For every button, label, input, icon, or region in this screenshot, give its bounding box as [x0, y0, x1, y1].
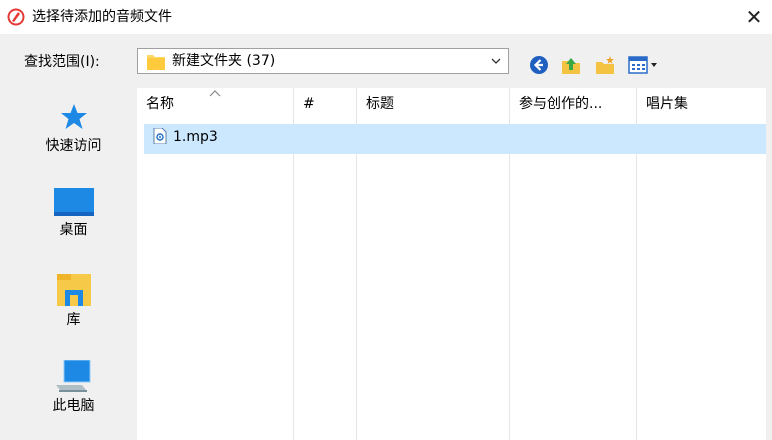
- lookin-dropdown[interactable]: 新建文件夹 (37): [137, 48, 509, 74]
- sort-ascending-icon: [209, 90, 221, 97]
- place-label: 库: [66, 312, 81, 328]
- places-bar: 快速访问 桌面 库 此电脑: [10, 92, 137, 440]
- column-label: 参与创作的...: [519, 96, 603, 112]
- window-title: 选择待添加的音频文件: [32, 9, 172, 25]
- place-label: 快速访问: [45, 138, 102, 154]
- column-header-name[interactable]: 名称: [137, 88, 294, 120]
- folder-icon: [147, 55, 165, 70]
- title-bar: 选择待添加的音频文件 ✕: [0, 0, 772, 34]
- file-list[interactable]: 名称 # 标题 参与创作的... 唱片集: [137, 88, 766, 440]
- file-row[interactable]: [144, 124, 766, 154]
- view-menu-icon[interactable]: [628, 54, 666, 76]
- computer-icon: [55, 360, 90, 392]
- column-header-artists[interactable]: 参与创作的...: [510, 88, 637, 120]
- column-label: 唱片集: [646, 96, 688, 112]
- place-this-pc[interactable]: 此电脑: [10, 360, 137, 440]
- chevron-down-icon: [491, 58, 501, 64]
- up-folder-icon[interactable]: [560, 54, 582, 76]
- place-label: 桌面: [59, 222, 88, 238]
- column-label: 标题: [366, 96, 394, 112]
- place-label: 此电脑: [52, 398, 95, 414]
- lookin-value: 新建文件夹 (37): [172, 53, 276, 69]
- new-folder-icon[interactable]: [594, 54, 616, 76]
- column-header-album[interactable]: 唱片集: [637, 88, 766, 120]
- close-icon: ✕: [745, 5, 763, 29]
- column-header-track[interactable]: #: [294, 88, 357, 120]
- place-quick-access[interactable]: 快速访问: [10, 102, 137, 182]
- place-desktop[interactable]: 桌面: [10, 188, 137, 268]
- close-button[interactable]: ✕: [736, 0, 772, 34]
- dialog-body: 查找范围(I): 新建文件夹 (37) 快速访问 桌面 库 此电脑 名称 # 标…: [0, 34, 772, 440]
- audio-file-icon: [153, 128, 167, 144]
- app-icon: [7, 8, 25, 26]
- place-library[interactable]: 库: [10, 274, 137, 354]
- column-header-title[interactable]: 标题: [357, 88, 510, 120]
- column-label: 名称: [146, 96, 174, 112]
- column-label: #: [303, 96, 315, 112]
- lookin-label: 查找范围(I):: [24, 54, 100, 70]
- star-icon: [60, 104, 87, 129]
- library-icon: [56, 274, 91, 306]
- desktop-icon: [53, 188, 94, 216]
- file-name[interactable]: 1.mp3: [173, 128, 218, 146]
- back-icon[interactable]: [528, 54, 550, 76]
